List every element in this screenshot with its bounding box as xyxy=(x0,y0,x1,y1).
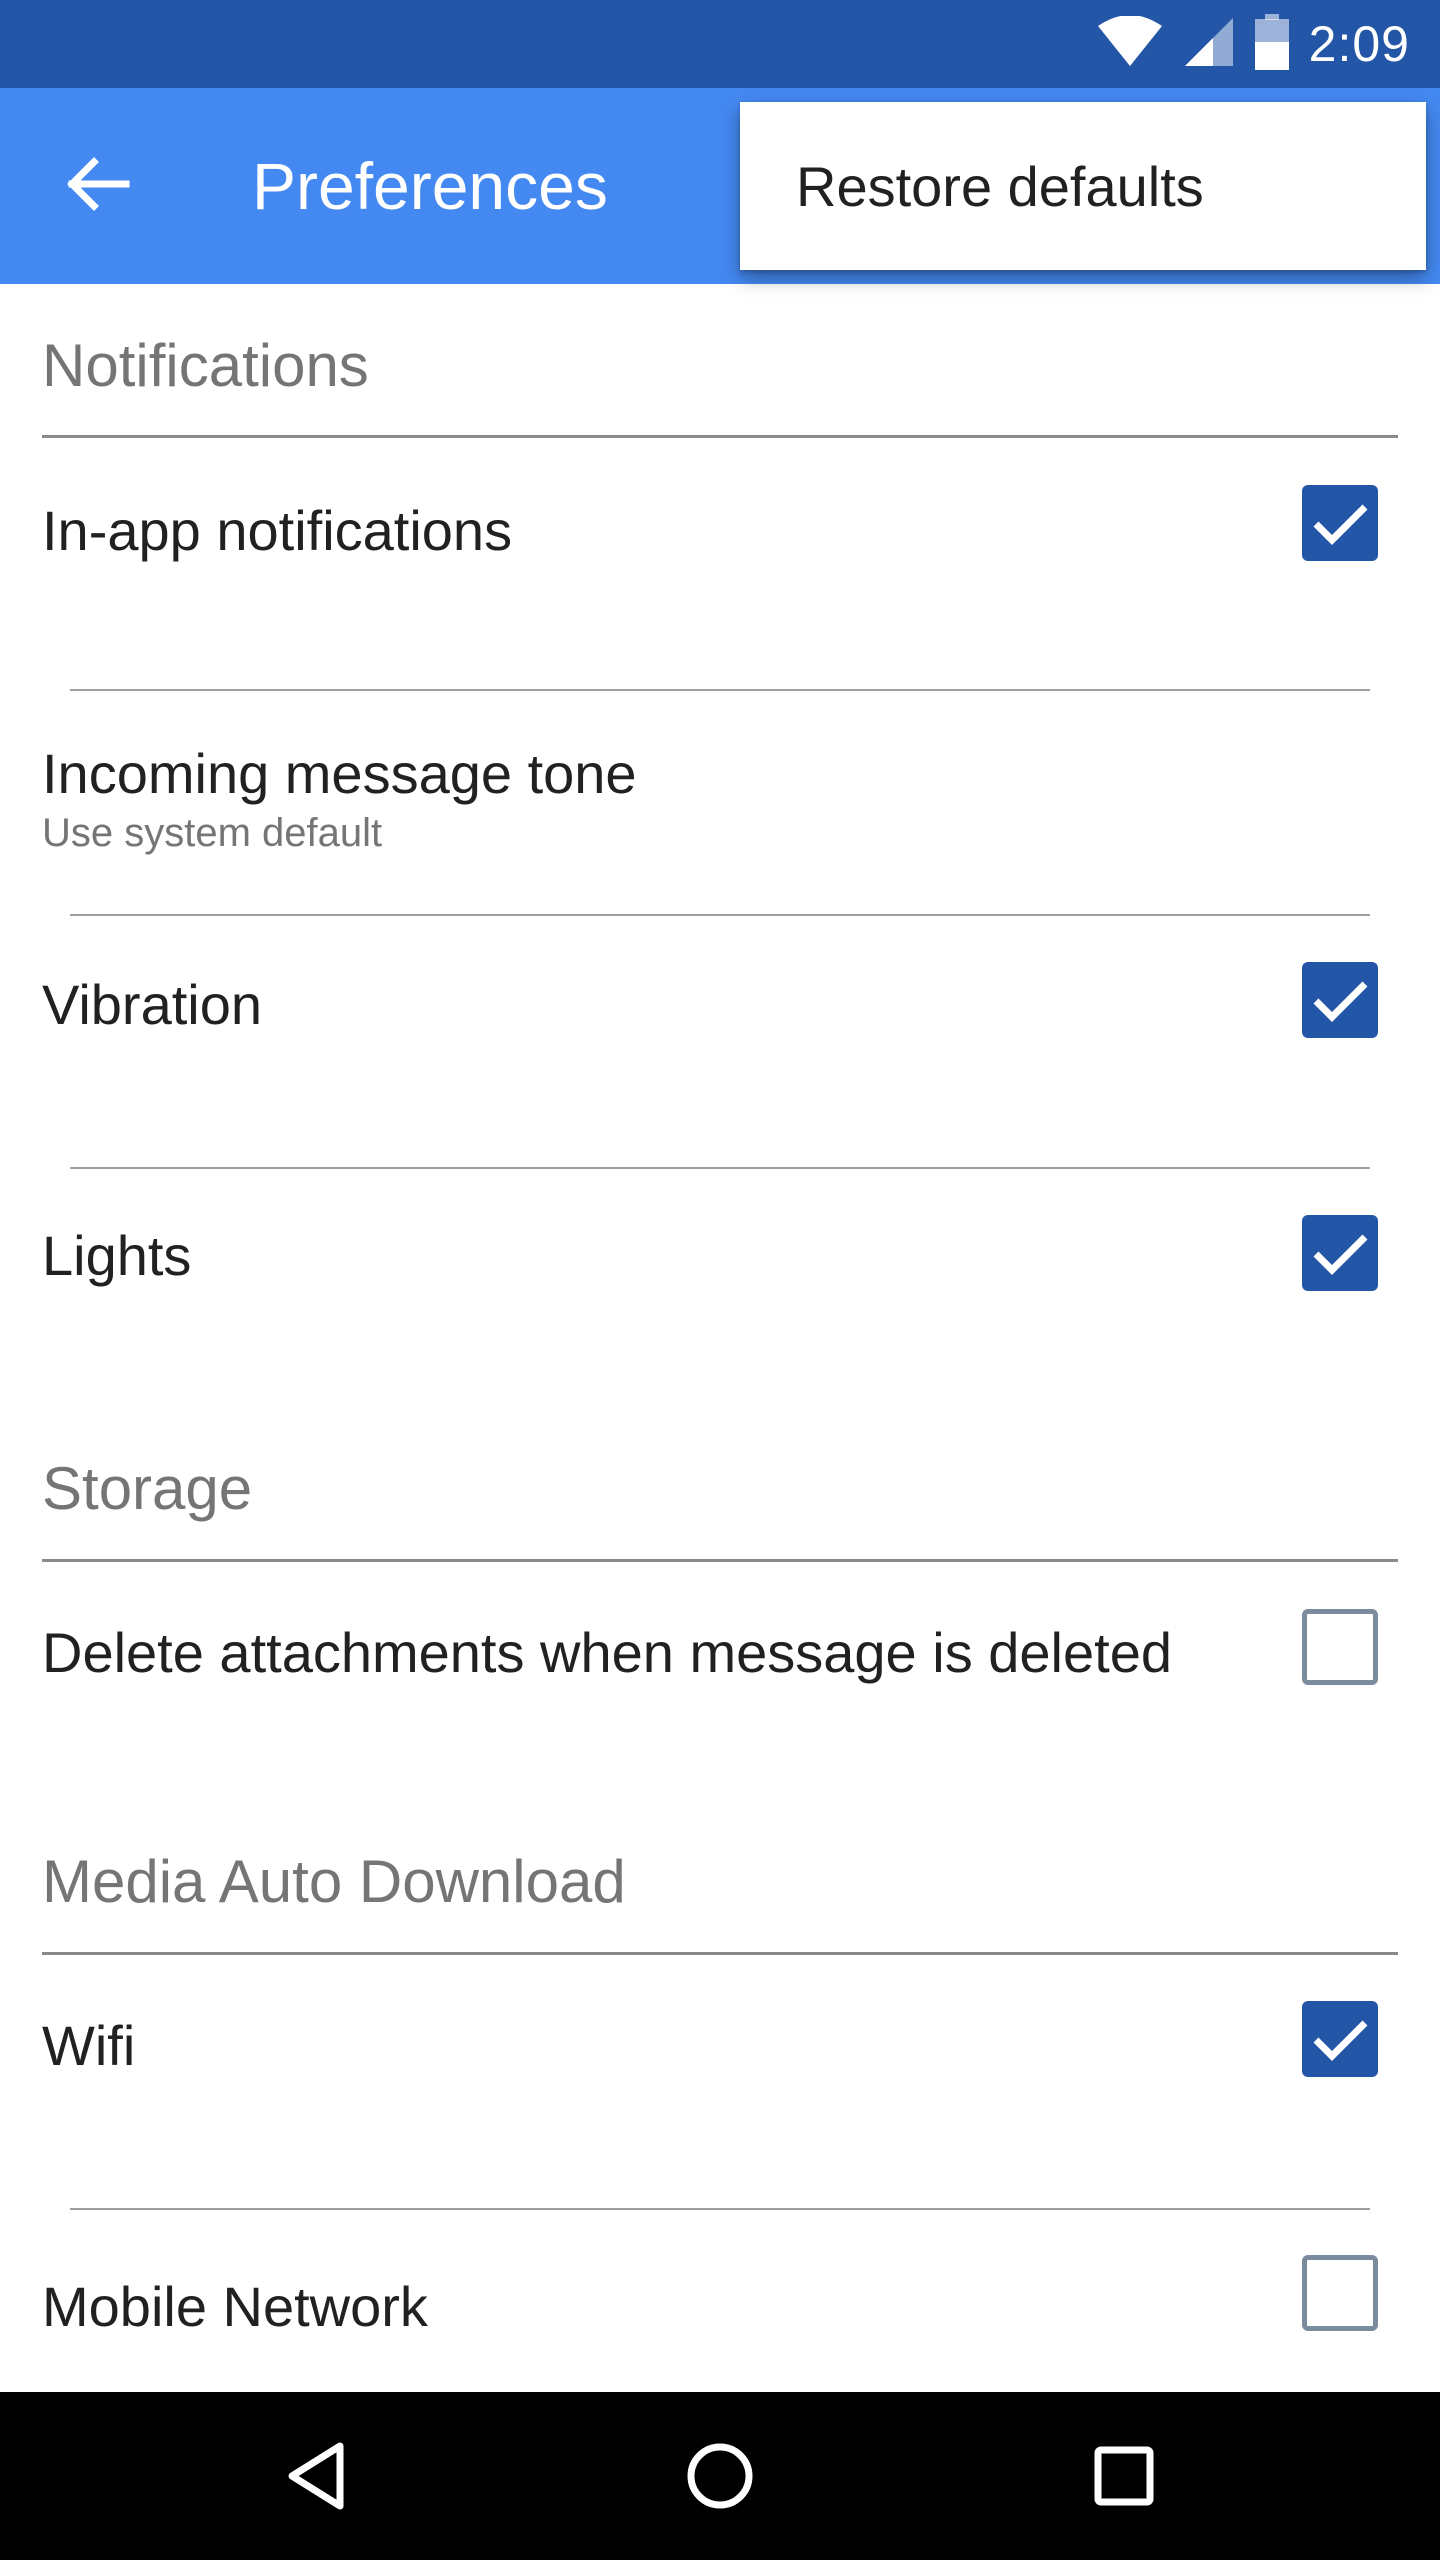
pref-title: In-app notifications xyxy=(42,499,513,562)
status-time: 2:09 xyxy=(1308,16,1410,72)
status-icons: 2:09 xyxy=(1097,0,1440,88)
pref-delete-attachments[interactable]: Delete attachments when message is delet… xyxy=(0,1562,1440,1822)
check-icon xyxy=(1313,1234,1368,1275)
pref-title: Delete attachments when message is delet… xyxy=(42,1621,1172,1684)
pref-mobile-network[interactable]: Mobile Network xyxy=(0,2210,1440,2392)
section-header-storage: Storage xyxy=(42,1455,253,1522)
nav-recents-button[interactable] xyxy=(1064,2416,1184,2536)
check-icon xyxy=(1313,981,1368,1022)
check-icon xyxy=(1313,504,1368,545)
overflow-menu: Restore defaults xyxy=(740,102,1426,270)
pref-title: Mobile Network xyxy=(42,2275,428,2338)
nav-bar xyxy=(0,2392,1440,2560)
pref-lights[interactable]: Lights xyxy=(0,1169,1440,1419)
pref-title: Incoming message tone xyxy=(42,742,637,805)
vibration-checkbox[interactable] xyxy=(1302,962,1378,1038)
back-button[interactable] xyxy=(48,136,148,236)
lights-checkbox[interactable] xyxy=(1302,1215,1378,1291)
home-circle-icon xyxy=(687,2443,753,2509)
section-header-notifications: Notifications xyxy=(42,332,369,399)
signal-icon xyxy=(1183,16,1235,73)
wifi-checkbox[interactable] xyxy=(1302,2001,1378,2077)
status-bar: 2:09 xyxy=(0,0,1440,88)
pref-title: Wifi xyxy=(42,2014,136,2077)
in-app-notifications-checkbox[interactable] xyxy=(1302,485,1378,561)
pref-summary: Use system default xyxy=(42,811,383,855)
page-title: Preferences xyxy=(252,149,608,223)
pref-wifi[interactable]: Wifi xyxy=(0,1955,1440,2207)
pref-in-app-notifications[interactable]: In-app notifications xyxy=(0,438,1440,674)
preferences-list: Notifications In-app notifications Incom… xyxy=(0,284,1440,2392)
battery-icon xyxy=(1254,13,1289,75)
arrow-back-icon xyxy=(66,156,130,217)
section-header-media-auto-download: Media Auto Download xyxy=(42,1848,626,1915)
nav-home-button[interactable] xyxy=(660,2416,780,2536)
pref-incoming-message-tone[interactable]: Incoming message tone Use system default xyxy=(0,691,1440,915)
menu-item-restore-defaults[interactable]: Restore defaults xyxy=(740,102,1426,270)
nav-back-button[interactable] xyxy=(256,2416,376,2536)
pref-vibration[interactable]: Vibration xyxy=(0,916,1440,1168)
pref-title: Vibration xyxy=(42,973,263,1036)
pref-title: Lights xyxy=(42,1224,192,1287)
wifi-icon xyxy=(1097,14,1163,73)
check-icon xyxy=(1313,2020,1368,2061)
recents-square-icon xyxy=(1094,2446,1154,2506)
delete-attachments-checkbox[interactable] xyxy=(1302,1609,1378,1685)
mobile-network-checkbox[interactable] xyxy=(1302,2255,1378,2331)
back-triangle-icon xyxy=(288,2442,344,2510)
